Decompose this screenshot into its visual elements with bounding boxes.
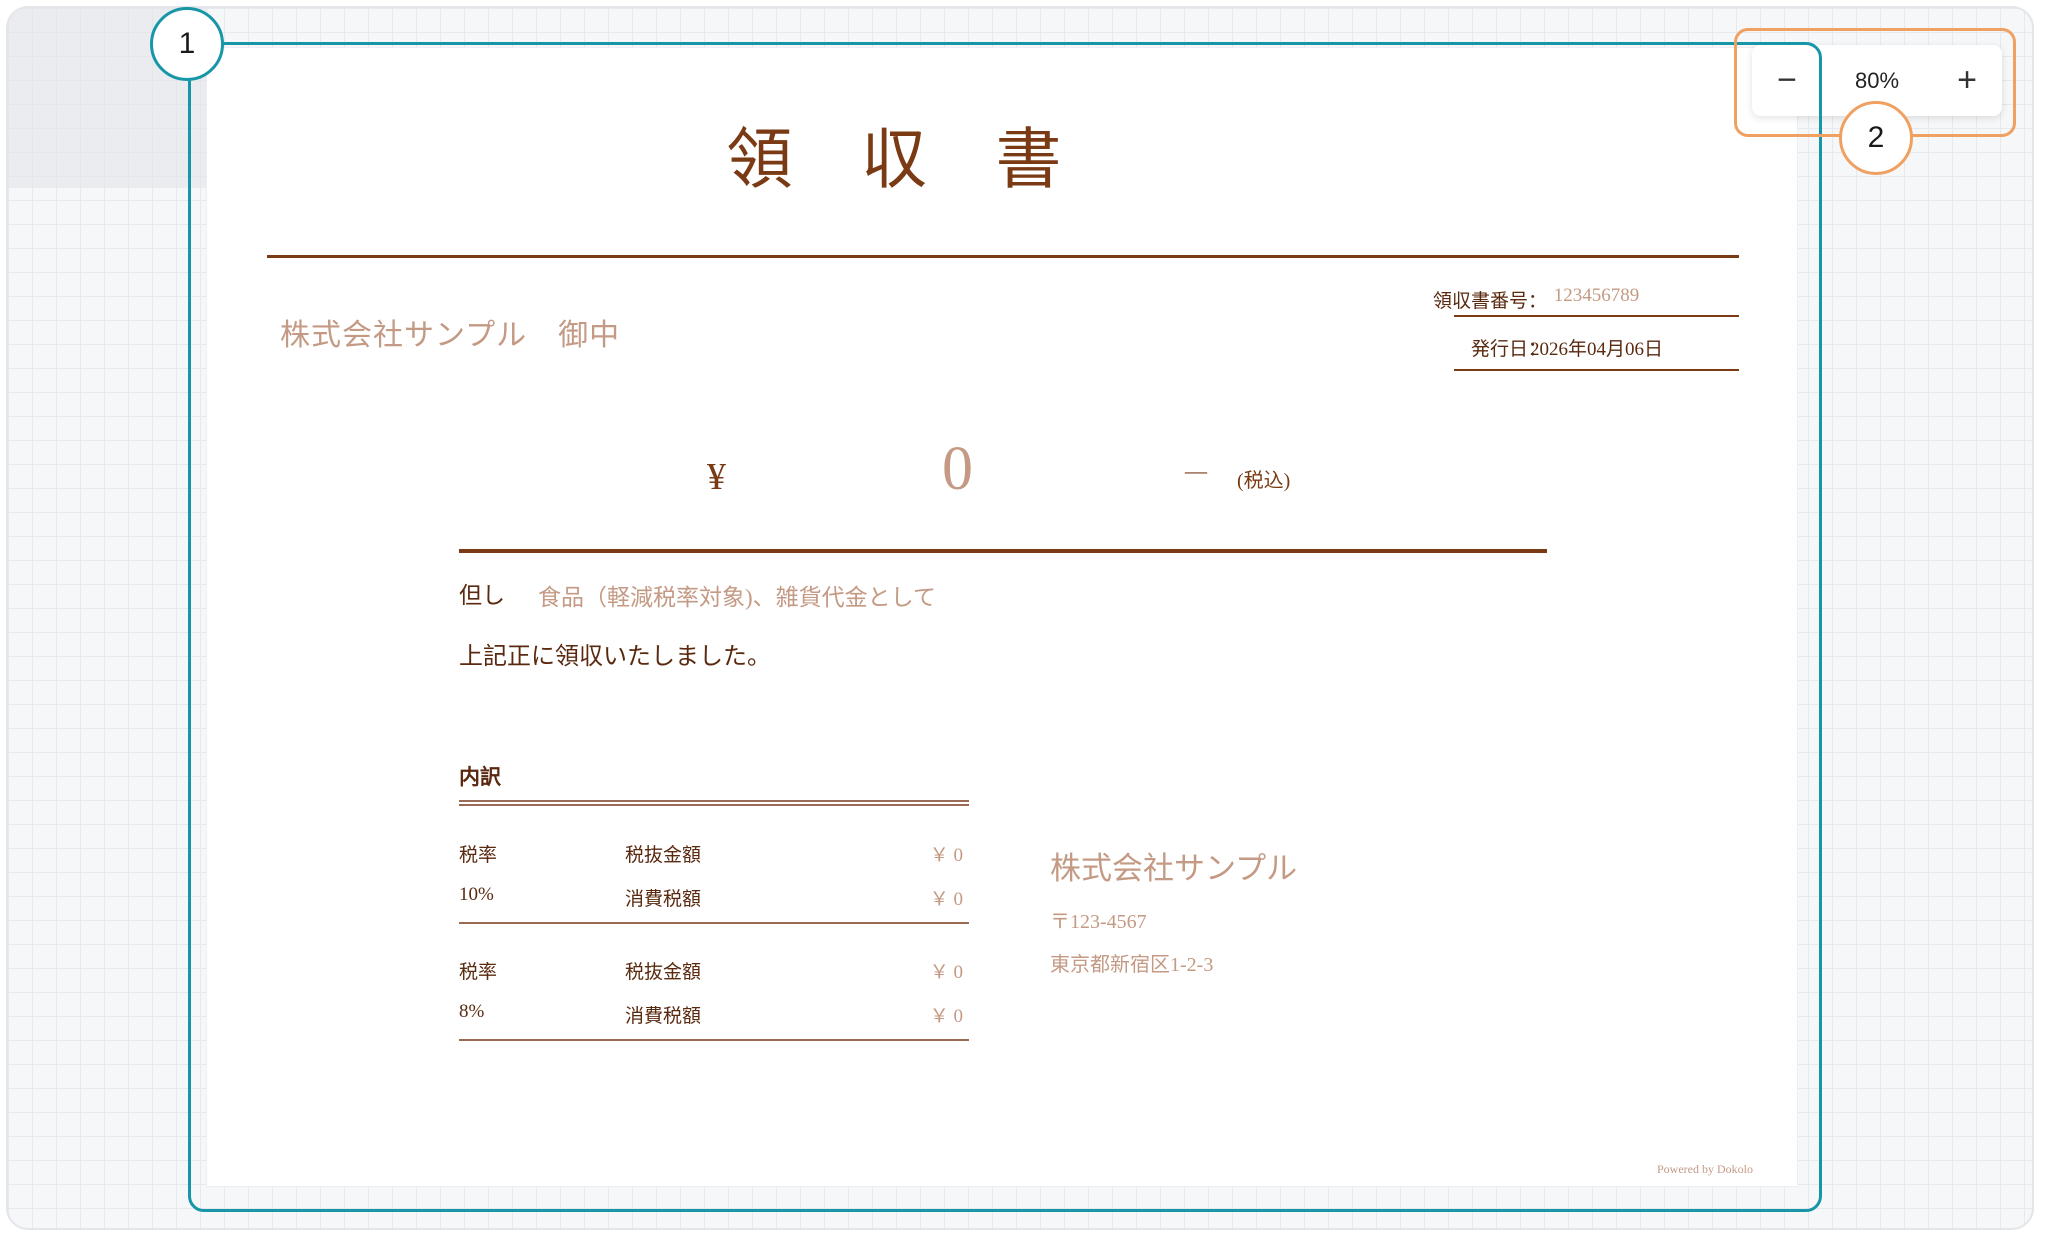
annotation-marker-1: 1 <box>150 7 224 81</box>
highlight-box-1 <box>188 42 1822 1212</box>
annotation-marker-2: 2 <box>1839 101 1913 175</box>
